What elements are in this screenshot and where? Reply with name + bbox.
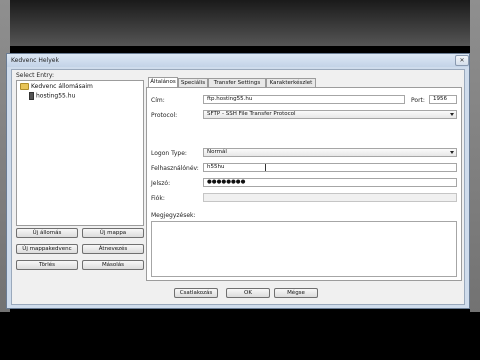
rename-button[interactable]: Átnevezés: [82, 244, 144, 254]
port-label: Port:: [411, 97, 425, 104]
protocol-label: Protocol:: [151, 112, 178, 119]
desktop-background-top: [10, 0, 470, 46]
dialog-titlebar[interactable]: Kedvenc Helyek ✕: [7, 54, 469, 67]
close-icon: ✕: [459, 57, 465, 64]
chevron-down-icon: [450, 151, 454, 154]
dialog-title: Kedvenc Helyek: [11, 57, 59, 64]
account-field[interactable]: [203, 193, 457, 202]
tree-item-label: Kedvenc állomásaim: [31, 83, 93, 90]
tree-item-label: hosting55.hu: [36, 92, 76, 100]
cancel-button[interactable]: Mégse: [274, 288, 318, 298]
copy-button[interactable]: Másolás: [82, 260, 144, 270]
general-tab-panel: Cím: ftp.hosting55.hu Port: 1956 Protoco…: [146, 87, 462, 281]
dialog-client-area: Select Entry: Kedvenc állomásaim hosting…: [11, 69, 465, 305]
ok-button[interactable]: OK: [226, 288, 270, 298]
select-entry-label: Select Entry:: [16, 72, 54, 79]
server-icon: [29, 92, 34, 100]
port-field[interactable]: 1956: [429, 95, 457, 104]
protocol-select-value: SFTP - SSH File Transfer Protocol: [207, 111, 296, 117]
close-button[interactable]: ✕: [455, 55, 469, 66]
new-site-button[interactable]: Új állomás: [16, 228, 78, 238]
tree-item-site[interactable]: hosting55.hu: [29, 92, 75, 100]
chevron-down-icon: [450, 113, 454, 116]
site-tree[interactable]: Kedvenc állomásaim hosting55.hu: [16, 80, 144, 226]
site-manager-dialog: Kedvenc Helyek ✕ Select Entry: Kedvenc á…: [6, 53, 470, 309]
new-folder-button[interactable]: Új mappa: [82, 228, 144, 238]
comments-textarea[interactable]: [151, 221, 457, 277]
logon-type-label: Logon Type:: [151, 150, 187, 157]
connect-button[interactable]: Csatlakozás: [174, 288, 218, 298]
user-field[interactable]: h55hu: [203, 163, 457, 172]
user-label: Felhasználónév:: [151, 165, 199, 172]
text-cursor-icon: [265, 164, 266, 171]
comments-label: Megjegyzések:: [151, 212, 196, 219]
tree-item-root-folder[interactable]: Kedvenc állomásaim: [20, 83, 93, 91]
logon-type-select[interactable]: Normál: [203, 148, 457, 157]
host-label: Cím:: [151, 97, 165, 104]
delete-button[interactable]: Törlés: [16, 260, 78, 270]
protocol-select[interactable]: SFTP - SSH File Transfer Protocol: [203, 110, 457, 119]
folder-icon: [20, 83, 29, 90]
logon-type-select-value: Normál: [207, 149, 227, 155]
account-label: Fiók:: [151, 195, 165, 202]
host-field[interactable]: ftp.hosting55.hu: [203, 95, 405, 104]
desktop-background-right: [470, 0, 480, 360]
password-field[interactable]: ●●●●●●●●: [203, 178, 457, 187]
desktop-background-bottom: [0, 312, 480, 360]
password-label: Jelszó:: [151, 180, 171, 187]
new-bookmark-button[interactable]: Új mappakedvenc: [16, 244, 78, 254]
